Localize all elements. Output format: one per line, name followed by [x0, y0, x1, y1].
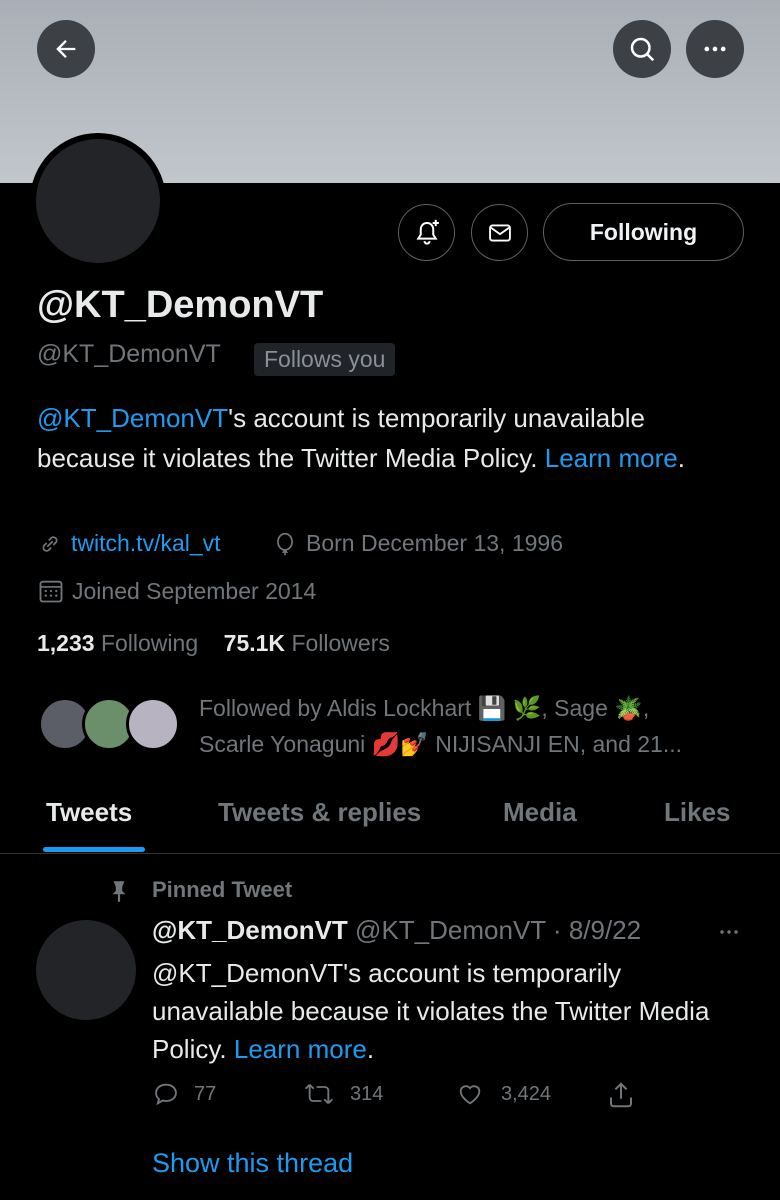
tweet-learn-more-link[interactable]: Learn more	[234, 1034, 367, 1064]
birthday-text: Born December 13, 1996	[306, 530, 563, 556]
profile-handle: @KT_DemonVT	[37, 340, 221, 368]
tweet-more-button[interactable]	[717, 920, 741, 950]
retweet-count: 314	[350, 1082, 384, 1105]
tab-media[interactable]: Media	[503, 797, 577, 828]
birthday-row: Born December 13, 1996	[272, 530, 563, 557]
tab-tweets-replies[interactable]: Tweets & replies	[218, 797, 421, 828]
share-icon	[610, 1082, 632, 1108]
profile-display-name: @KT_DemonVT	[37, 284, 324, 326]
followed-by-line: Followed by Aldis Lockhart 💾 🌿, Sage 🪴,	[199, 695, 650, 721]
link-icon	[42, 535, 58, 552]
bell-plus-icon	[415, 219, 439, 245]
like-count: 3,424	[501, 1082, 552, 1105]
arrow-left-icon	[56, 40, 76, 58]
joined-row: Joined September 2014	[37, 577, 316, 605]
more-horizontal-icon	[704, 46, 726, 52]
pin-icon	[112, 881, 126, 902]
tweet-header: @KT_DemonVT @KT_DemonVT · 8/9/22	[152, 915, 641, 946]
bio-period: .	[677, 443, 685, 473]
reply-button[interactable]: 77	[152, 1080, 216, 1108]
tab-tweets[interactable]: Tweets	[46, 797, 132, 828]
share-button[interactable]	[606, 1080, 636, 1110]
balloon-icon	[277, 532, 293, 555]
tabs-divider	[0, 853, 780, 854]
following-count: 1,233	[37, 630, 95, 656]
follower-avatar[interactable]	[126, 697, 180, 751]
like-button[interactable]: 3,424	[455, 1080, 551, 1108]
tab-likes[interactable]: Likes	[664, 797, 731, 828]
active-tab-indicator	[43, 847, 145, 852]
tweet-text: @KT_DemonVT's account is temporarily una…	[152, 954, 732, 1068]
tweet-avatar[interactable]	[36, 920, 136, 1020]
notifications-button[interactable]	[398, 204, 455, 261]
website-link[interactable]: twitch.tv/kal_vt	[71, 530, 221, 557]
followed-by-line: Scarle Yonaguni 💋💅 NIJISANJI EN, and 21.…	[199, 731, 683, 757]
back-button[interactable]	[37, 20, 95, 78]
following-button[interactable]: Following	[543, 203, 744, 261]
reply-icon	[155, 1083, 177, 1106]
tweet-period: .	[366, 1034, 375, 1064]
followers-count: 75.1K	[223, 630, 286, 656]
retweet-icon	[304, 1084, 334, 1104]
envelope-icon	[488, 223, 511, 242]
message-button[interactable]	[471, 204, 528, 261]
show-thread-link[interactable]: Show this thread	[152, 1148, 353, 1179]
followers-stat[interactable]: 75.1K Followers	[224, 630, 390, 656]
tweet-author-handle[interactable]: @KT_DemonVT	[355, 915, 546, 945]
joined-text: Joined September 2014	[72, 577, 317, 604]
followed-by-text[interactable]: Followed by Aldis Lockhart 💾 🌿, Sage 🪴, …	[199, 690, 759, 762]
followers-label: Followers	[291, 630, 390, 656]
bio-learn-more-link[interactable]: Learn more	[545, 443, 678, 473]
tweet-author-name[interactable]: @KT_DemonVT	[152, 915, 348, 945]
follow-stats: 1,233 Following 75.1K Followers	[37, 630, 390, 657]
following-label: Following	[100, 630, 199, 656]
heart-icon	[459, 1085, 481, 1105]
tweet-separator: ·	[545, 915, 569, 945]
profile-avatar[interactable]	[30, 133, 166, 269]
reply-count: 77	[194, 1082, 217, 1105]
search-icon	[630, 37, 655, 62]
search-button[interactable]	[613, 20, 671, 78]
retweet-button[interactable]: 314	[302, 1080, 383, 1108]
website-row: twitch.tv/kal_vt	[37, 530, 221, 557]
tweet-date[interactable]: 8/9/22	[569, 915, 641, 945]
calendar-icon	[39, 580, 63, 603]
more-horizontal-icon	[720, 930, 738, 934]
follows-you-badge: Follows you	[254, 343, 396, 376]
following-stat[interactable]: 1,233 Following	[37, 630, 198, 656]
profile-bio: @KT_DemonVT's account is temporarily una…	[37, 398, 737, 478]
pinned-tweet-label: Pinned Tweet	[152, 877, 293, 902]
bio-mention-link[interactable]: @KT_DemonVT	[37, 403, 228, 433]
more-button[interactable]	[686, 20, 744, 78]
